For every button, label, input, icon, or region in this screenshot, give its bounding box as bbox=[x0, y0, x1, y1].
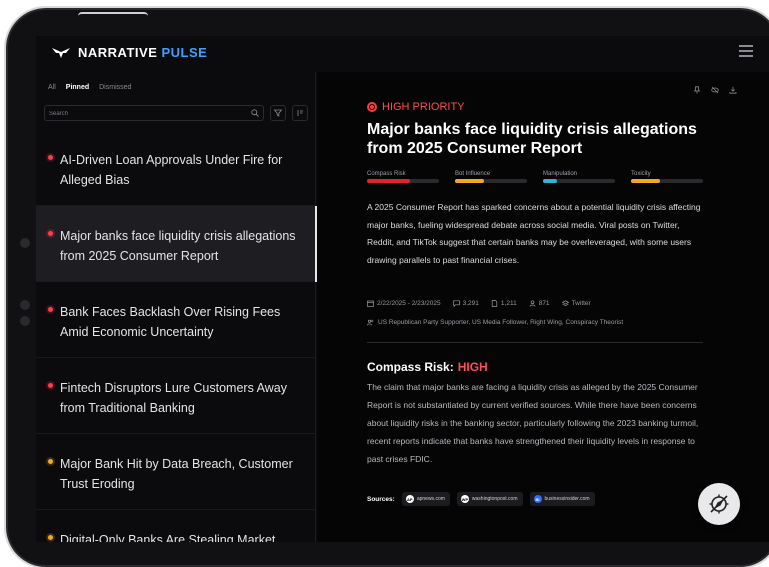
tab-dismissed[interactable]: Dismissed bbox=[99, 84, 131, 91]
search-icon[interactable] bbox=[251, 109, 259, 117]
side-button bbox=[20, 238, 30, 248]
priority-dot-icon bbox=[48, 383, 53, 388]
meter-label: Compass Risk bbox=[367, 171, 406, 177]
priority-dot-icon bbox=[48, 307, 53, 312]
story-list-item-title: Bank Faces Backlash Over Rising Fees Ami… bbox=[60, 305, 281, 339]
detail-actions bbox=[693, 86, 737, 94]
app-title: NARRATIVE PULSE bbox=[78, 45, 208, 60]
source-chip[interactable]: WP washingtonpost.com bbox=[456, 492, 523, 506]
meter: Compass Risk bbox=[367, 171, 439, 183]
compass-risk-heading: Compass Risk: HIGH bbox=[367, 360, 488, 374]
source-chip[interactable]: BI businessinsider.com bbox=[529, 492, 595, 506]
meter-fill bbox=[455, 179, 484, 183]
user-count: 871 bbox=[529, 300, 550, 307]
priority-badge: HIGH PRIORITY bbox=[367, 101, 465, 113]
story-title: Major banks face liquidity crisis allega… bbox=[367, 121, 697, 157]
date-range: 2/22/2025 - 2/23/2025 bbox=[367, 300, 441, 307]
source-logo-icon: WP bbox=[460, 495, 469, 503]
camera-bump bbox=[78, 12, 148, 20]
layers-icon bbox=[561, 300, 569, 306]
story-detail-panel: HIGH PRIORITY Major banks face liquidity… bbox=[317, 72, 769, 542]
app-header: NARRATIVE PULSE bbox=[36, 36, 769, 72]
meter-label: Toxicity bbox=[631, 171, 651, 177]
sort-button[interactable] bbox=[292, 105, 308, 121]
story-list-item-title: AI-Driven Loan Approvals Under Fire for … bbox=[60, 153, 283, 187]
story-list-item-title: Fintech Disruptors Lure Customers Away f… bbox=[60, 381, 287, 415]
filter-tabs: All Pinned Dismissed bbox=[48, 84, 131, 91]
meter-label: Bot Influence bbox=[455, 171, 491, 177]
story-summary: A 2025 Consumer Report has sparked conce… bbox=[367, 202, 701, 265]
risk-level: HIGH bbox=[457, 360, 488, 374]
hide-icon[interactable] bbox=[711, 86, 719, 94]
search-row bbox=[44, 105, 308, 121]
story-list-item[interactable]: AI-Driven Loan Approvals Under Fire for … bbox=[36, 130, 316, 206]
document-icon bbox=[491, 300, 498, 307]
priority-dot-icon bbox=[48, 459, 53, 464]
meter-track bbox=[631, 179, 703, 183]
hamburger-menu-icon[interactable] bbox=[739, 45, 753, 57]
story-list-item-title: Major banks face liquidity crisis allega… bbox=[60, 229, 296, 263]
app-logo[interactable]: NARRATIVE PULSE bbox=[52, 45, 207, 60]
filter-button[interactable] bbox=[270, 105, 286, 121]
priority-dot-icon bbox=[48, 155, 53, 160]
post-count: 1,211 bbox=[491, 300, 517, 307]
side-button bbox=[20, 316, 30, 326]
source-logo-icon: BI bbox=[533, 495, 542, 503]
priority-dot-icon bbox=[48, 535, 53, 540]
side-button bbox=[20, 300, 30, 310]
story-list-item[interactable]: Digital-Only Banks Are Stealing Market bbox=[36, 510, 316, 542]
section-divider bbox=[367, 342, 703, 343]
source-name: washingtonpost.com bbox=[471, 496, 518, 502]
download-icon[interactable] bbox=[729, 86, 737, 94]
story-list-panel: All Pinned Dismissed Search AI-Driven Lo… bbox=[36, 72, 317, 542]
filter-funnel-icon bbox=[274, 109, 282, 117]
source-chip[interactable]: AP apnews.com bbox=[401, 492, 450, 506]
app-screen: NARRATIVE PULSE All Pinned Dismissed Sea… bbox=[36, 36, 769, 542]
priority-dot-icon bbox=[367, 102, 377, 112]
meter-fill bbox=[367, 179, 411, 183]
story-list-item[interactable]: Major Bank Hit by Data Breach, Customer … bbox=[36, 434, 316, 510]
audience-tags: US Republican Party Supporter, US Media … bbox=[367, 319, 623, 326]
sort-icon bbox=[297, 110, 303, 116]
tab-all[interactable]: All bbox=[48, 84, 56, 91]
compass-risk-body: The claim that major banks are facing a … bbox=[367, 382, 699, 464]
meter: Toxicity bbox=[631, 171, 703, 183]
meter-fill bbox=[543, 179, 558, 183]
calendar-icon bbox=[367, 300, 374, 307]
pin-icon[interactable] bbox=[693, 86, 701, 94]
comment-icon bbox=[452, 300, 460, 307]
tab-pinned[interactable]: Pinned bbox=[66, 84, 89, 91]
search-box bbox=[44, 105, 264, 121]
user-icon bbox=[529, 300, 536, 307]
priority-label: HIGH PRIORITY bbox=[382, 101, 465, 113]
story-stats: 2/22/2025 - 2/23/2025 3,291 1,211 871 Tw… bbox=[367, 300, 591, 307]
platform: Twitter bbox=[561, 300, 591, 307]
meter: Manipulation bbox=[543, 171, 615, 183]
story-list-item-title: Digital-Only Banks Are Stealing Market bbox=[60, 533, 276, 542]
source-name: apnews.com bbox=[416, 496, 445, 502]
source-logo-icon: AP bbox=[405, 495, 414, 503]
priority-dot-icon bbox=[48, 231, 53, 236]
compass-off-icon bbox=[709, 494, 729, 514]
story-list-item[interactable]: Major banks face liquidity crisis allega… bbox=[36, 206, 317, 282]
group-icon bbox=[367, 319, 374, 326]
sources-row: Sources: AP apnews.com WP washingtonpost.co… bbox=[367, 492, 595, 506]
meter-track bbox=[543, 179, 615, 183]
story-list-item-title: Major Bank Hit by Data Breach, Customer … bbox=[60, 457, 293, 491]
comment-count: 3,291 bbox=[452, 300, 479, 307]
eagle-logo-icon bbox=[52, 47, 70, 58]
story-list: AI-Driven Loan Approvals Under Fire for … bbox=[36, 130, 317, 542]
meter-fill bbox=[631, 179, 660, 183]
meter: Bot Influence bbox=[455, 171, 527, 183]
story-list-item[interactable]: Fintech Disruptors Lure Customers Away f… bbox=[36, 358, 316, 434]
sources-label: Sources: bbox=[367, 495, 395, 503]
source-name: businessinsider.com bbox=[544, 496, 590, 502]
compass-fab-button[interactable] bbox=[698, 483, 740, 525]
meter-track bbox=[367, 179, 439, 183]
risk-meters: Compass Risk Bot Influence Manipulation Tox… bbox=[367, 171, 703, 183]
search-input[interactable] bbox=[49, 108, 229, 119]
meter-label: Manipulation bbox=[543, 171, 578, 177]
meter-track bbox=[455, 179, 527, 183]
story-list-item[interactable]: Bank Faces Backlash Over Rising Fees Ami… bbox=[36, 282, 316, 358]
